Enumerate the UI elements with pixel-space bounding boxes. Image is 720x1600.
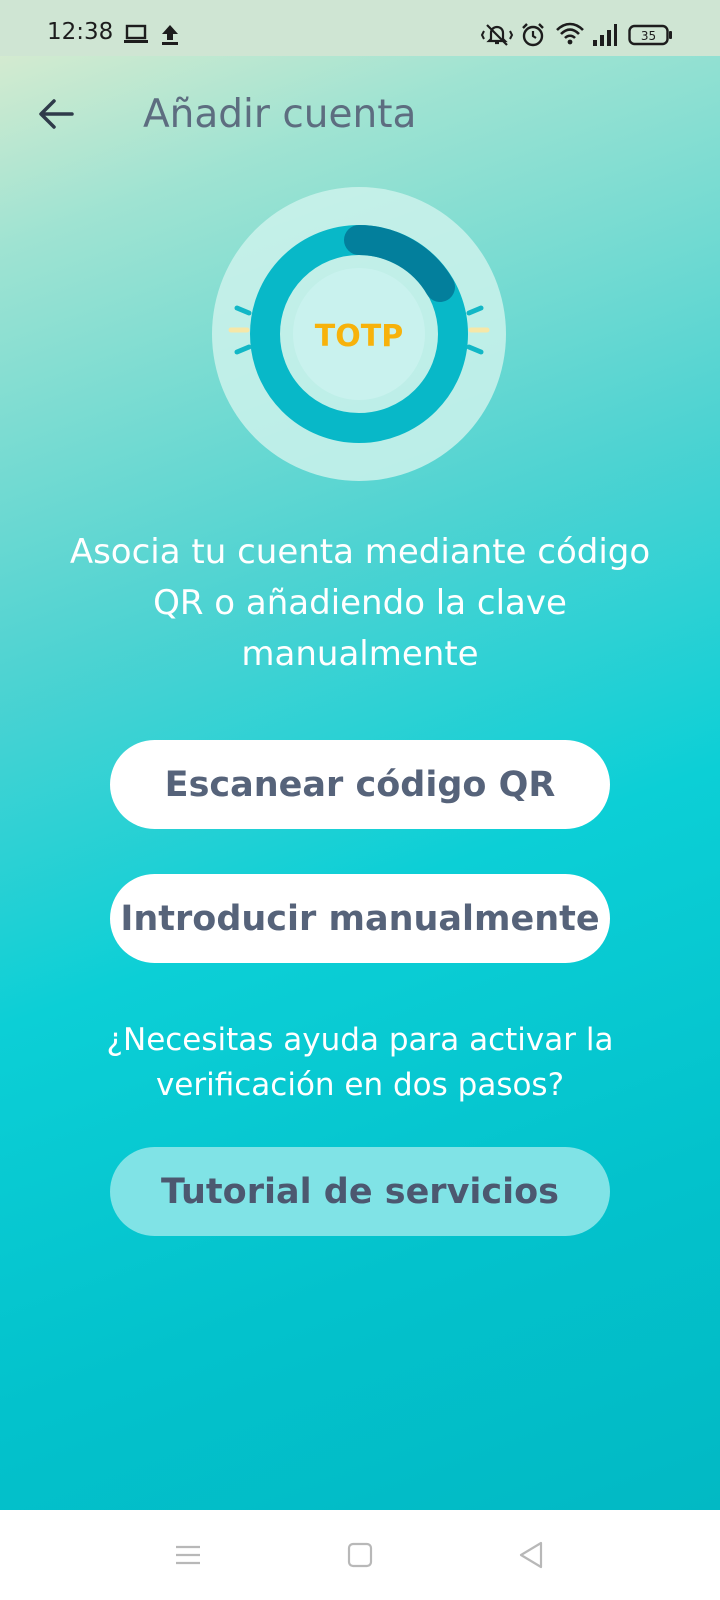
totp-illustration: TOTP: [209, 184, 509, 484]
help-text: ¿Necesitas ayuda para activar la verific…: [106, 1022, 614, 1103]
battery-level: 35: [641, 29, 656, 43]
status-bar: 12:38 35: [0, 0, 720, 56]
menu-icon: [176, 1545, 200, 1565]
scan-qr-button[interactable]: Escanear código QR: [110, 740, 610, 829]
arrow-left-icon: [39, 99, 74, 129]
nav-back-button[interactable]: [508, 1532, 554, 1578]
navigation-bar: [0, 1510, 720, 1600]
upload-icon: [161, 24, 179, 50]
manual-entry-button[interactable]: Introducir manualmente: [110, 874, 610, 963]
battery-icon: 35: [628, 22, 674, 52]
signal-icon: [592, 23, 618, 51]
laptop-icon: [124, 24, 148, 48]
alarm-icon: [520, 22, 546, 52]
page-title: Añadir cuenta: [143, 92, 417, 137]
tutorial-button[interactable]: Tutorial de servicios: [110, 1147, 610, 1236]
app-screen: 12:38 35 Añadir cuenta TOTP Asocia tu cu…: [0, 0, 720, 1510]
vibrate-icon: [480, 22, 514, 52]
home-square-icon: [347, 1542, 373, 1568]
wifi-icon: [555, 22, 585, 50]
back-triangle-icon: [519, 1541, 543, 1569]
totp-label: TOTP: [315, 319, 403, 354]
description-text: Asocia tu cuenta mediante código QR o añ…: [69, 532, 651, 674]
menu-button[interactable]: [165, 1532, 211, 1578]
home-button[interactable]: [337, 1532, 383, 1578]
status-time: 12:38: [47, 19, 114, 45]
back-button[interactable]: [30, 88, 82, 140]
